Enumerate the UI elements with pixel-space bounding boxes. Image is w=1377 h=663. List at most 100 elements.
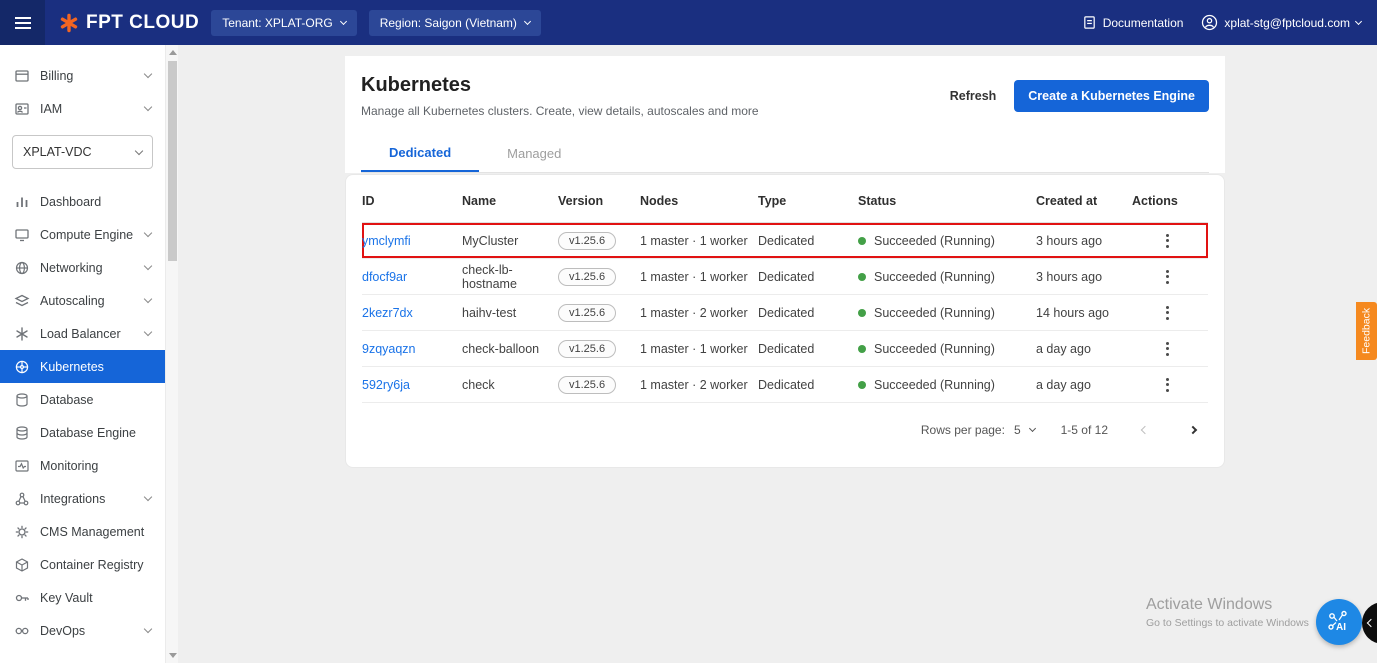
sidebar-item-container-registry[interactable]: Container Registry: [0, 548, 165, 581]
documentation-label: Documentation: [1102, 15, 1184, 30]
row-actions-kebab-icon[interactable]: [1158, 338, 1177, 360]
sidebar-item-cms-management[interactable]: CMS Management: [0, 515, 165, 548]
chevron-down-icon: [1028, 424, 1036, 433]
sidebar-item-dashboard[interactable]: Dashboard: [0, 185, 165, 218]
devops-icon: [14, 623, 30, 639]
cell-type: Dedicated: [758, 305, 815, 320]
cell-nodes: 1 master · 1 worker: [640, 341, 748, 356]
container-registry-icon: [14, 557, 30, 573]
sidebar-item-label: Autoscaling: [40, 293, 105, 308]
previous-page-button[interactable]: [1134, 419, 1156, 441]
pagination-range: 1-5 of 12: [1060, 423, 1108, 437]
cell-status: Succeeded (Running): [858, 234, 1036, 248]
row-actions-kebab-icon[interactable]: [1158, 374, 1177, 396]
cell-type: Dedicated: [758, 377, 815, 392]
column-header-nodes: Nodes: [640, 193, 679, 208]
scroll-up-icon[interactable]: [169, 50, 177, 55]
row-actions-kebab-icon[interactable]: [1158, 302, 1177, 324]
sidebar-item-networking[interactable]: Networking: [0, 251, 165, 284]
cell-nodes: 1 master · 1 worker: [640, 233, 748, 248]
load-balancer-icon: [14, 326, 30, 342]
fpt-logo-icon: [59, 13, 79, 33]
documentation-icon: [1082, 15, 1097, 30]
table-header-row: ID Name Version Nodes Type Status Create…: [362, 179, 1208, 223]
cell-name: MyCluster: [462, 233, 519, 248]
sidebar-item-label: IAM: [40, 101, 63, 116]
table-row: 9zqyaqzn check-balloon v1.25.6 1 master …: [362, 331, 1208, 367]
sidebar-item-label: Database: [40, 392, 94, 407]
key-icon: [14, 590, 30, 606]
status-label: Succeeded (Running): [874, 233, 995, 248]
sidebar-item-autoscaling[interactable]: Autoscaling: [0, 284, 165, 317]
ai-assistant-button[interactable]: AI: [1316, 599, 1362, 645]
cell-nodes: 1 master · 2 worker: [640, 305, 748, 320]
sidebar-item-label: CMS Management: [40, 524, 145, 539]
cluster-id-link[interactable]: ymclymfi: [362, 234, 411, 248]
scrollbar-thumb[interactable]: [168, 61, 177, 261]
cell-status: Succeeded (Running): [858, 306, 1036, 320]
scroll-down-icon[interactable]: [169, 653, 177, 658]
cluster-id-link[interactable]: 2kezr7dx: [362, 306, 413, 320]
cell-created-at: 3 hours ago: [1036, 269, 1103, 284]
sidebar-item-billing[interactable]: Billing: [0, 59, 165, 92]
version-badge: v1.25.6: [558, 339, 617, 358]
feedback-tab[interactable]: Feedback: [1356, 302, 1377, 360]
tenant-label: Tenant: XPLAT-ORG: [222, 15, 333, 30]
region-select[interactable]: Region: Saigon (Vietnam): [368, 9, 541, 36]
tenant-select[interactable]: Tenant: XPLAT-ORG: [211, 9, 357, 36]
collapse-button[interactable]: [1362, 602, 1377, 644]
sidebar: Billing IAM XPLAT-VDC Dashboard Compute …: [0, 45, 165, 663]
sidebar-item-monitoring[interactable]: Monitoring: [0, 449, 165, 482]
fpt-cloud-logo[interactable]: FPT CLOUD: [59, 12, 199, 34]
sidebar-item-iam[interactable]: IAM: [0, 92, 165, 125]
sidebar-item-label: Load Balancer: [40, 326, 121, 341]
vdc-select[interactable]: XPLAT-VDC: [12, 135, 153, 169]
logo-text: FPT CLOUD: [86, 11, 200, 33]
sidebar-item-database[interactable]: Database: [0, 383, 165, 416]
tab-managed[interactable]: Managed: [479, 134, 589, 172]
refresh-button[interactable]: Refresh: [950, 89, 997, 103]
ai-network-icon: AI: [1328, 610, 1347, 633]
chevron-left-icon: [1366, 618, 1376, 628]
table-row: 2kezr7dx haihv-test v1.25.6 1 master · 2…: [362, 295, 1208, 331]
cell-nodes: 1 master · 1 worker: [640, 269, 748, 284]
sidebar-item-database-engine[interactable]: Database Engine: [0, 416, 165, 449]
cluster-id-link[interactable]: 592ry6ja: [362, 378, 410, 392]
cluster-id-link[interactable]: dfocf9ar: [362, 270, 407, 284]
sidebar-scrollbar[interactable]: [165, 45, 178, 663]
sidebar-item-label: Key Vault: [40, 590, 93, 605]
chevron-down-icon: [339, 17, 347, 25]
dashboard-icon: [14, 194, 30, 210]
clusters-table-card: ID Name Version Nodes Type Status Create…: [345, 174, 1225, 468]
sidebar-item-key-vault[interactable]: Key Vault: [0, 581, 165, 614]
table-row: 592ry6ja check v1.25.6 1 master · 2 work…: [362, 367, 1208, 403]
cell-created-at: 3 hours ago: [1036, 233, 1103, 248]
menu-button[interactable]: [0, 0, 45, 45]
create-kubernetes-engine-button[interactable]: Create a Kubernetes Engine: [1014, 80, 1209, 112]
title-row: Kubernetes Manage all Kubernetes cluster…: [361, 74, 1209, 118]
account-menu[interactable]: xplat-stg@fptcloud.com: [1201, 14, 1363, 31]
cluster-id-link[interactable]: 9zqyaqzn: [362, 342, 416, 356]
row-actions-kebab-icon[interactable]: [1158, 230, 1177, 252]
rows-per-page-value: 5: [1013, 423, 1021, 437]
sidebar-item-label: Networking: [40, 260, 103, 275]
tab-dedicated[interactable]: Dedicated: [361, 134, 480, 172]
sidebar-item-compute-engine[interactable]: Compute Engine: [0, 218, 165, 251]
rows-per-page-select[interactable]: Rows per page: 5: [921, 423, 1036, 437]
sidebar-item-kubernetes[interactable]: Kubernetes: [0, 350, 165, 383]
chevron-down-icon: [143, 327, 153, 337]
sidebar-item-label: Monitoring: [40, 458, 99, 473]
sidebar-item-integrations[interactable]: Integrations: [0, 482, 165, 515]
chevron-down-icon: [143, 228, 153, 238]
sidebar-item-devops[interactable]: DevOps: [0, 614, 165, 647]
iam-icon: [14, 101, 30, 117]
column-header-status: Status: [858, 193, 897, 208]
documentation-link[interactable]: Documentation: [1082, 15, 1184, 30]
next-page-button[interactable]: [1182, 419, 1204, 441]
chevron-down-icon: [143, 102, 153, 112]
networking-icon: [14, 260, 30, 276]
cell-name: check: [462, 377, 495, 392]
sidebar-item-load-balancer[interactable]: Load Balancer: [0, 317, 165, 350]
version-badge: v1.25.6: [558, 303, 617, 322]
row-actions-kebab-icon[interactable]: [1158, 266, 1177, 288]
